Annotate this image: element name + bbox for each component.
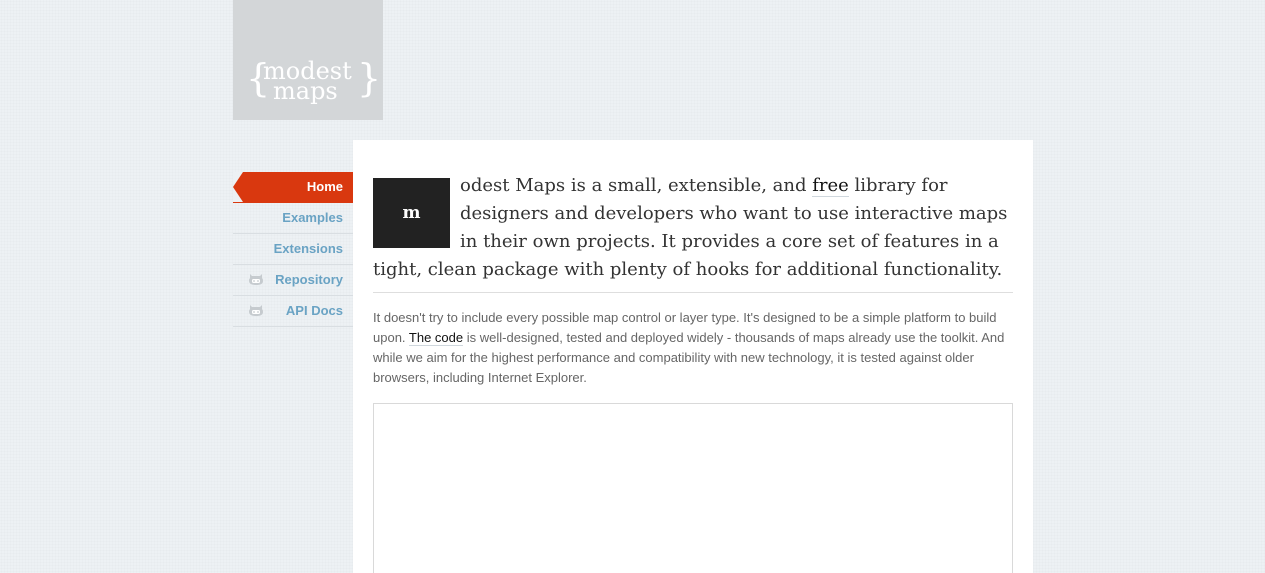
nav-item-label: Repository [275, 272, 343, 287]
description-text-end: is well-designed, tested and deployed wi… [373, 330, 1005, 385]
logo-brace-close: } [357, 56, 382, 100]
nav-item-home[interactable]: Home [233, 172, 353, 203]
nav-item-label: Examples [282, 210, 343, 225]
free-link[interactable]: free [812, 175, 849, 197]
github-icon [249, 274, 263, 285]
main-content: m odest Maps is a small, extensible, and … [353, 140, 1033, 573]
intro-text-start: odest Maps is a small, extensible, and [460, 175, 813, 196]
nav-item-label: API Docs [285, 303, 343, 318]
intro-paragraph: m odest Maps is a small, extensible, and … [373, 172, 1013, 284]
the-code-link[interactable]: The code [408, 330, 464, 346]
dropcap: m [373, 178, 450, 248]
logo-word-maps: maps [273, 77, 338, 105]
divider [373, 292, 1013, 293]
nav-item-extensions[interactable]: Extensions [233, 234, 353, 265]
nav-item-examples[interactable]: Examples [233, 203, 353, 234]
main-navigation: Home Examples Extensions Repository API … [233, 172, 353, 327]
map-container[interactable] [373, 403, 1013, 573]
nav-item-label: Extensions [273, 241, 343, 256]
description-paragraph: It doesn't try to include every possible… [373, 308, 1013, 388]
nav-item-repository[interactable]: Repository [233, 265, 353, 296]
site-logo[interactable]: { modest maps } [233, 0, 383, 120]
nav-item-label: Home [306, 179, 343, 194]
nav-item-api-docs[interactable]: API Docs [233, 296, 353, 327]
github-icon [249, 305, 263, 316]
